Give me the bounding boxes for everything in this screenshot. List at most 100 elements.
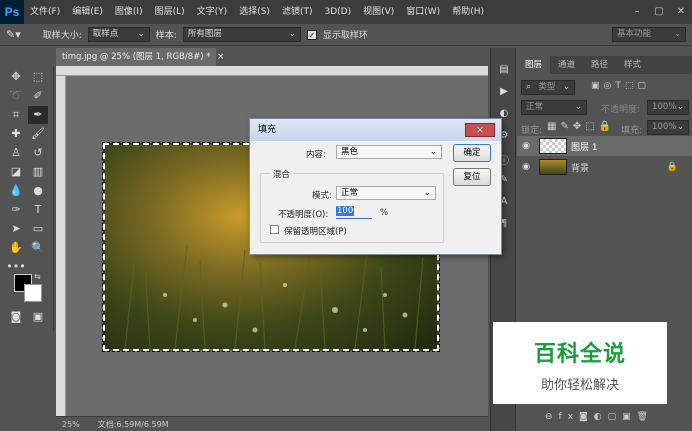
show-ring-checkbox[interactable]: ✓ bbox=[306, 29, 317, 40]
opacity-input[interactable]: 100 bbox=[336, 206, 372, 219]
fill-label: 填充: bbox=[621, 126, 643, 136]
dodge-tool-icon[interactable]: ● bbox=[28, 182, 48, 200]
layers-panel-tabs: 图层 通道 路径 样式 bbox=[517, 56, 692, 74]
tools-panel: ✥ ⬚ ➰ ✐ ⌗ ✒ ✚ 🖌 ♙ ↺ ◪ ▥ 💧 ● ✑ T ➤ ▭ ✋ 🔍 … bbox=[0, 66, 54, 331]
menu-file[interactable]: 文件(F) bbox=[24, 0, 66, 24]
opacity-unit: % bbox=[380, 208, 389, 218]
menu-3d[interactable]: 3D(D) bbox=[318, 0, 357, 24]
watermark: 百科全说 助你轻松解决 bbox=[493, 322, 667, 404]
mode-select[interactable]: 正常 ⌄ bbox=[336, 186, 436, 200]
layer-thumbnail bbox=[539, 138, 567, 154]
watermark-subtitle: 助你轻松解决 bbox=[540, 378, 619, 393]
preserve-transparency-checkbox[interactable] bbox=[270, 225, 279, 234]
marquee-tool-icon[interactable]: ⬚ bbox=[28, 68, 48, 86]
zoom-tool-icon[interactable]: 🔍 bbox=[28, 239, 48, 257]
watermark-title: 百科全说 bbox=[533, 342, 626, 367]
close-tab-icon[interactable]: × bbox=[217, 52, 224, 62]
menu-bar: Ps 文件(F) 编辑(E) 图像(I) 图层(L) 文字(Y) 选择(S) 滤… bbox=[0, 0, 692, 24]
chevron-down-icon: ⌄ bbox=[673, 29, 681, 39]
ok-button[interactable]: 确定 bbox=[453, 144, 491, 162]
menu-view[interactable]: 视图(V) bbox=[357, 0, 400, 24]
tab-paths[interactable]: 路径 bbox=[583, 56, 616, 74]
blend-group-title: 混合 bbox=[270, 168, 294, 180]
visibility-eye-icon[interactable]: ◉ bbox=[517, 141, 535, 151]
sample-select[interactable]: 所有图层 ⌄ bbox=[182, 27, 301, 42]
menu-edit[interactable]: 编辑(E) bbox=[66, 0, 109, 24]
lasso-tool-icon[interactable]: ➰ bbox=[6, 87, 26, 105]
layer-panel-footer-icons[interactable]: ⊖fx◙◐▢▣🗑 bbox=[545, 412, 654, 422]
brush-tool-icon[interactable]: 🖌 bbox=[28, 125, 48, 143]
layer-filter-icons[interactable]: ▣◎T⬚▢ bbox=[591, 81, 650, 91]
tab-layers[interactable]: 图层 bbox=[517, 56, 551, 74]
layer-row-layer1[interactable]: ◉ 图层 1 bbox=[517, 136, 692, 156]
menu-layer[interactable]: 图层(L) bbox=[149, 0, 191, 24]
layer-thumbnail bbox=[539, 159, 567, 175]
layer-row-background[interactable]: ◉ 背景 🔒 bbox=[517, 157, 692, 177]
document-tab[interactable]: timg.jpg @ 25% (图层 1, RGB/8#) * × bbox=[56, 48, 224, 66]
eraser-tool-icon[interactable]: ◪ bbox=[6, 163, 26, 181]
menu-select[interactable]: 选择(S) bbox=[233, 0, 276, 24]
content-label: 内容: bbox=[306, 150, 326, 160]
close-window-button[interactable]: ✕ bbox=[670, 3, 692, 21]
sample-size-label: 取样大小: bbox=[42, 31, 82, 41]
blend-mode-select[interactable]: 正常 ⌄ bbox=[521, 100, 587, 115]
lock-icon: 🔒 bbox=[666, 162, 678, 172]
gradient-tool-icon[interactable]: ▥ bbox=[28, 163, 48, 181]
ruler-vertical bbox=[56, 76, 66, 416]
workspace-select[interactable]: 基本功能 ⌄ bbox=[612, 27, 686, 42]
chevron-down-icon: ⌄ bbox=[288, 29, 296, 39]
clone-stamp-tool-icon[interactable]: ♙ bbox=[6, 144, 26, 162]
document-tab-title: timg.jpg @ 25% (图层 1, RGB/8#) * bbox=[62, 52, 211, 62]
visibility-eye-icon[interactable]: ◉ bbox=[517, 162, 535, 172]
type-tool-icon[interactable]: T bbox=[28, 201, 48, 219]
quick-mask-icon[interactable]: ◙ bbox=[6, 308, 26, 326]
menu-window[interactable]: 窗口(W) bbox=[400, 0, 446, 24]
play-action-icon[interactable]: ▶ bbox=[496, 86, 512, 100]
content-select[interactable]: 黑色 ⌄ bbox=[336, 145, 442, 159]
hand-tool-icon[interactable]: ✋ bbox=[6, 239, 26, 257]
background-color-swatch[interactable] bbox=[24, 284, 42, 302]
restore-button[interactable]: ▢ bbox=[648, 3, 670, 21]
opacity-input[interactable]: 100% ⌄ bbox=[647, 100, 689, 115]
dialog-title-bar: 填充 bbox=[250, 119, 501, 141]
dialog-title: 填充 bbox=[258, 125, 277, 135]
minimize-button[interactable]: – bbox=[626, 3, 648, 21]
layer-kind-filter[interactable]: ⌕ 类型 ⌄ bbox=[521, 80, 575, 95]
layer-name[interactable]: 图层 1 bbox=[571, 140, 598, 153]
lock-icons[interactable]: ▦✎✥⬚🔒 bbox=[547, 121, 615, 132]
fill-input[interactable]: 100% ⌄ bbox=[647, 120, 689, 135]
zoom-level[interactable]: 25% bbox=[62, 420, 80, 429]
opacity-label: 不透明度: bbox=[601, 105, 641, 115]
eyedropper-tool-icon[interactable]: ✒ bbox=[28, 106, 48, 124]
fill-dialog: 填充 ✕ 内容: 黑色 ⌄ 混合 模式: 正常 ⌄ 不透明度(O): 100 % 保… bbox=[249, 118, 502, 255]
preserve-transparency-label: 保留透明区域(P) bbox=[284, 227, 347, 237]
eyedropper-preset-icon[interactable]: ✎▾ bbox=[6, 28, 21, 41]
path-select-tool-icon[interactable]: ➤ bbox=[6, 220, 26, 238]
menu-type[interactable]: 文字(Y) bbox=[191, 0, 234, 24]
quick-select-tool-icon[interactable]: ✐ bbox=[28, 87, 48, 105]
options-bar: ✎▾ 取样大小: 取样点 ⌄ 样本: 所有图层 ⌄ ✓ 显示取样环 基本功能 ⌄ bbox=[0, 24, 692, 46]
shape-tool-icon[interactable]: ▭ bbox=[28, 220, 48, 238]
menu-help[interactable]: 帮助(H) bbox=[446, 0, 490, 24]
sample-size-select[interactable]: 取样点 ⌄ bbox=[87, 27, 150, 42]
photoshop-logo: Ps bbox=[0, 0, 24, 24]
menu-filter[interactable]: 滤镜(T) bbox=[276, 0, 319, 24]
history-panel-icon[interactable]: ▤ bbox=[496, 64, 512, 78]
chevron-down-icon: ⌄ bbox=[137, 29, 145, 39]
healing-brush-tool-icon[interactable]: ✚ bbox=[6, 125, 26, 143]
opacity-label: 不透明度(O): bbox=[278, 210, 329, 220]
crop-tool-icon[interactable]: ⌗ bbox=[6, 106, 26, 124]
tab-styles[interactable]: 样式 bbox=[616, 56, 649, 74]
history-brush-tool-icon[interactable]: ↺ bbox=[28, 144, 48, 162]
menu-image[interactable]: 图像(I) bbox=[109, 0, 149, 24]
layer-name[interactable]: 背景 bbox=[571, 161, 589, 174]
dialog-close-button[interactable]: ✕ bbox=[465, 123, 495, 137]
tab-channels[interactable]: 通道 bbox=[550, 56, 583, 74]
move-tool-icon[interactable]: ✥ bbox=[6, 68, 26, 86]
ruler-horizontal bbox=[56, 66, 488, 76]
reset-button[interactable]: 复位 bbox=[453, 168, 491, 186]
screen-mode-icon[interactable]: ▣ bbox=[28, 308, 48, 326]
swap-colors-icon[interactable]: ⇆ bbox=[34, 272, 41, 281]
pen-tool-icon[interactable]: ✑ bbox=[6, 201, 26, 219]
blur-tool-icon[interactable]: 💧 bbox=[6, 182, 26, 200]
